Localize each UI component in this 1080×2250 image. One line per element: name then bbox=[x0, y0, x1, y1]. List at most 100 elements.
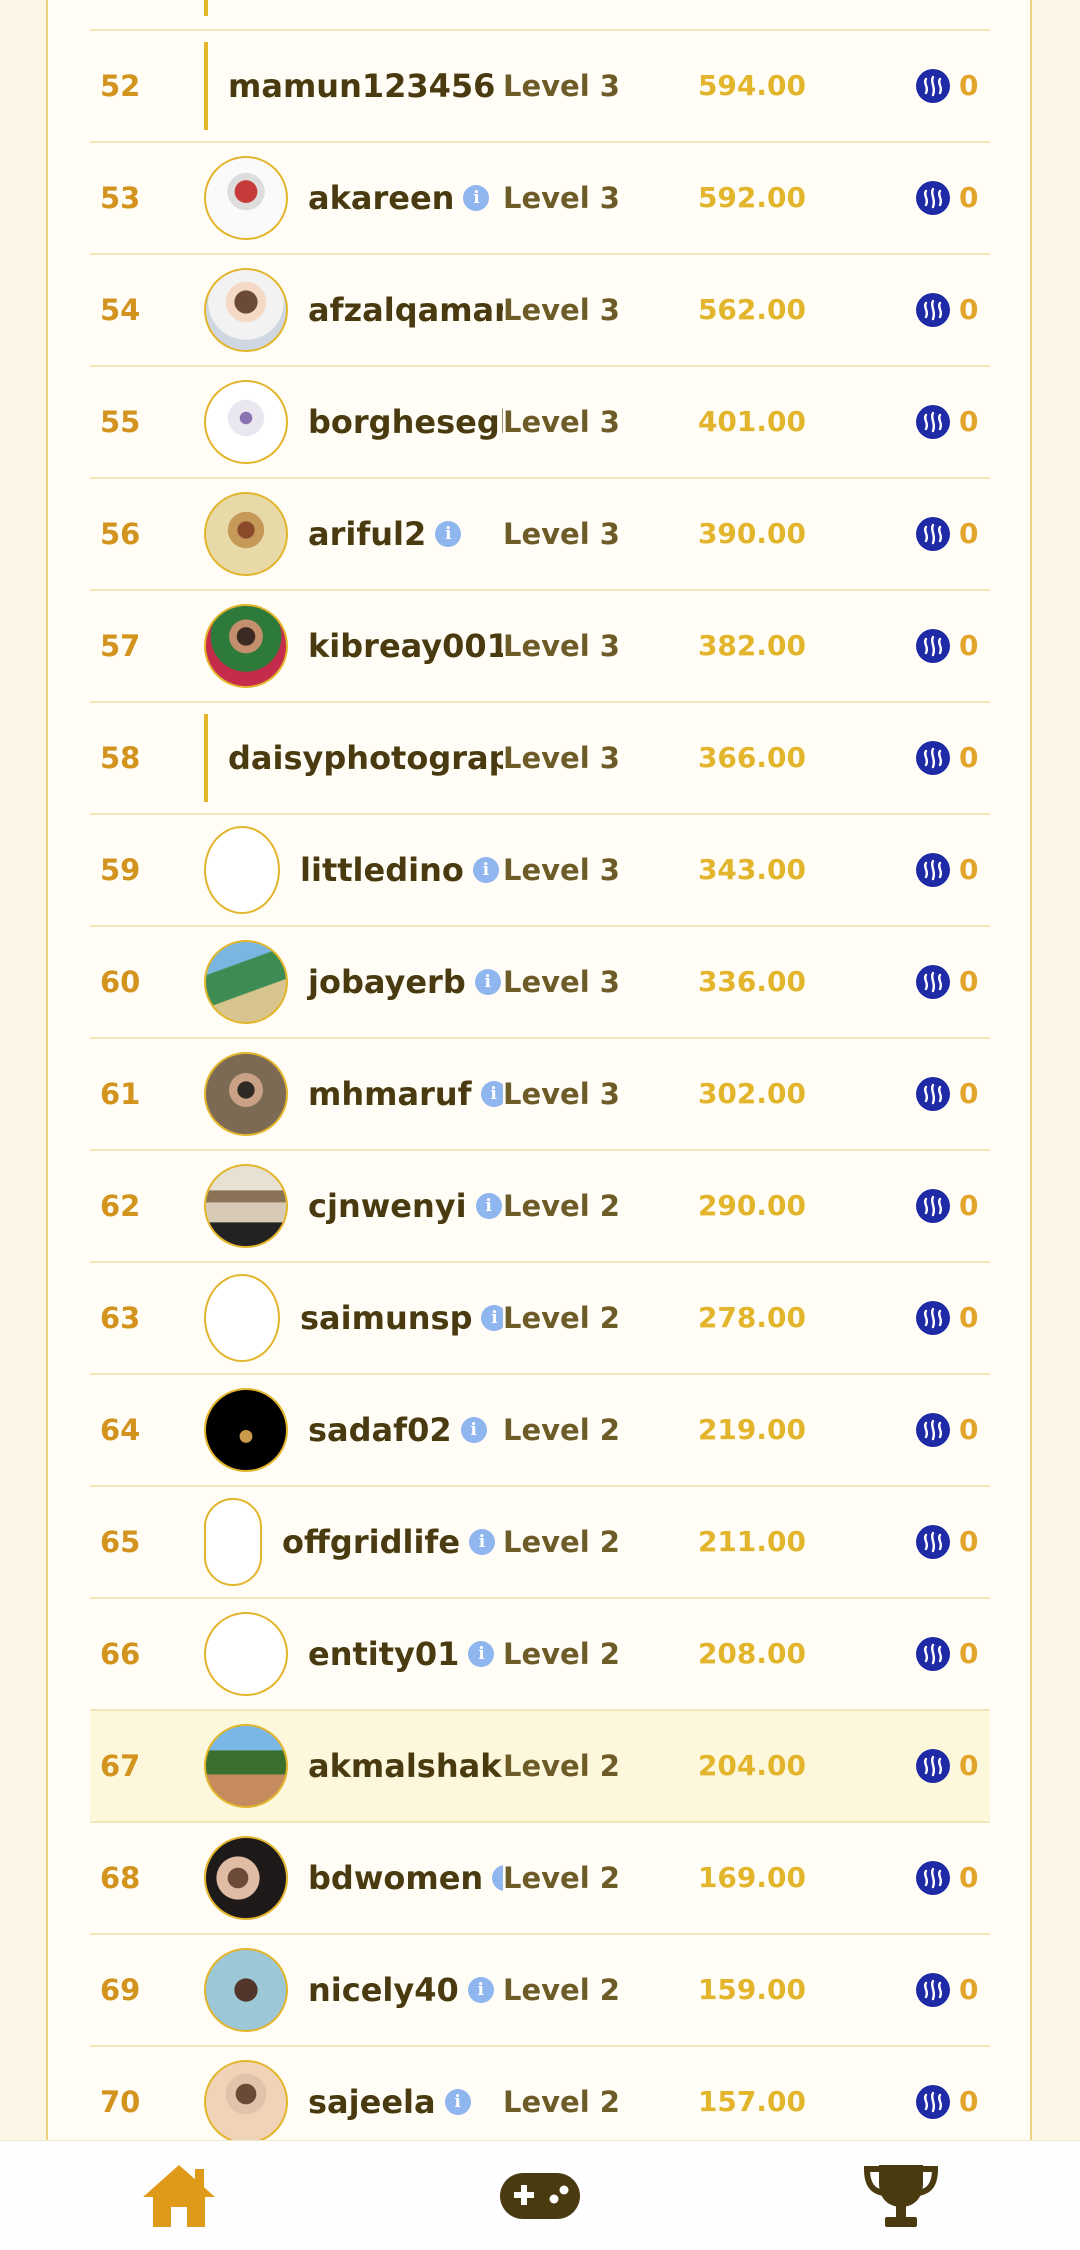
avatar[interactable] bbox=[204, 1612, 288, 1696]
username[interactable]: offgridlife bbox=[282, 1523, 460, 1561]
points-value: 562.00 bbox=[697, 293, 806, 326]
info-icon[interactable]: i bbox=[474, 969, 501, 995]
steem-coin-icon bbox=[916, 293, 950, 327]
leaderboard-row[interactable]: 64 sadaf02 i Level 2 219.00 0 bbox=[90, 1375, 990, 1487]
avatar[interactable] bbox=[204, 1164, 288, 1248]
username[interactable]: akmalshaki bbox=[308, 1747, 512, 1785]
info-icon[interactable]: i bbox=[444, 2089, 471, 2115]
leaderboard-row[interactable]: 66 entity01 i Level 2 208.00 0 bbox=[90, 1599, 990, 1711]
leaderboard-row[interactable]: 52mamun123456iLevel 3594.000 bbox=[90, 31, 990, 143]
avatar[interactable] bbox=[204, 156, 288, 240]
steem-coin-icon bbox=[916, 1637, 950, 1671]
info-icon[interactable]: i bbox=[468, 1641, 495, 1667]
avatar[interactable] bbox=[204, 1948, 288, 2032]
username[interactable]: daisyphotograph bbox=[228, 739, 534, 777]
username[interactable]: borghesegl bbox=[308, 403, 511, 441]
nav-leaderboard-button[interactable] bbox=[861, 2159, 941, 2231]
leaderboard-row[interactable]: 59 littledino i Level 3 343.00 0 bbox=[90, 815, 990, 927]
leaderboard-row[interactable]: 61 mhmaruf i Level 3 302.00 0 bbox=[90, 1039, 990, 1151]
avatar[interactable] bbox=[204, 940, 288, 1024]
leaderboard-row[interactable]: 68bdwomeniLevel 2169.000 bbox=[90, 1823, 990, 1935]
info-icon[interactable]: i bbox=[467, 1977, 494, 2003]
points-value: 211.00 bbox=[697, 1525, 806, 1558]
avatar[interactable] bbox=[204, 268, 288, 352]
steem-coin-icon bbox=[916, 629, 950, 663]
username[interactable]: ariful2 bbox=[308, 515, 426, 553]
leaderboard-row[interactable]: 54 afzalqamar Level 3 562.00 0 bbox=[90, 255, 990, 367]
level-label: Level 2 bbox=[503, 1823, 624, 1933]
username[interactable]: cjnwenyi bbox=[308, 1187, 467, 1225]
avatar[interactable] bbox=[204, 714, 208, 802]
reward-value: 0 bbox=[959, 517, 979, 550]
avatar[interactable] bbox=[204, 1052, 288, 1136]
level-label: Level 3 bbox=[503, 815, 624, 925]
avatar[interactable] bbox=[204, 492, 288, 576]
username[interactable]: jobayerb bbox=[308, 963, 466, 1001]
level-label: Level 2 bbox=[503, 1375, 624, 1485]
points-value: 204.00 bbox=[697, 1749, 806, 1782]
username[interactable]: mamun123456 bbox=[228, 67, 495, 105]
nav-home-button[interactable] bbox=[139, 2159, 219, 2231]
username[interactable]: littledino bbox=[300, 851, 464, 889]
rank-number: 60 bbox=[100, 965, 141, 999]
reward-value: 0 bbox=[959, 1077, 979, 1110]
points-value: 302.00 bbox=[697, 1077, 806, 1110]
leaderboard-row[interactable]: 69 nicely40 i Level 2 159.00 0 bbox=[90, 1935, 990, 2047]
points-value: 208.00 bbox=[697, 1637, 806, 1670]
nav-games-button[interactable] bbox=[498, 2159, 580, 2231]
leaderboard-row[interactable]: 53 akareen i Level 3 592.00 0 bbox=[90, 143, 990, 255]
avatar[interactable] bbox=[204, 380, 288, 464]
info-icon[interactable]: i bbox=[469, 1529, 496, 1555]
level-label: Level 2 bbox=[503, 1935, 624, 2045]
reward-value: 0 bbox=[959, 1525, 979, 1558]
level-label: Level 2 bbox=[503, 1711, 624, 1821]
username[interactable]: entity01 bbox=[308, 1635, 459, 1673]
steem-coin-icon bbox=[916, 1301, 950, 1335]
avatar[interactable] bbox=[204, 1274, 280, 1362]
avatar[interactable] bbox=[204, 1388, 288, 1472]
leaderboard-row[interactable]: 56 ariful2 i Level 3 390.00 0 bbox=[90, 479, 990, 591]
username[interactable]: kibreay001 bbox=[308, 627, 509, 665]
steem-coin-icon bbox=[916, 181, 950, 215]
avatar[interactable] bbox=[204, 826, 280, 914]
avatar[interactable] bbox=[204, 2060, 288, 2144]
info-icon[interactable]: i bbox=[460, 1417, 487, 1443]
leaderboard-row[interactable]: 62 cjnwenyi i Level 2 290.00 0 bbox=[90, 1151, 990, 1263]
points-value: 343.00 bbox=[697, 853, 806, 886]
leaderboard-row[interactable]: 57 kibreay001 Level 3 382.00 0 bbox=[90, 591, 990, 703]
avatar[interactable] bbox=[204, 1724, 288, 1808]
rank-number: 57 bbox=[100, 629, 141, 663]
username[interactable]: sajeela bbox=[308, 2083, 436, 2121]
avatar[interactable] bbox=[204, 42, 208, 130]
username[interactable]: mhmaruf bbox=[308, 1075, 472, 1113]
username[interactable]: sadaf02 bbox=[308, 1411, 452, 1449]
username[interactable]: afzalqamar bbox=[308, 291, 510, 329]
avatar[interactable] bbox=[204, 1836, 288, 1920]
leaderboard-row[interactable]: 60 jobayerb i Level 3 336.00 0 bbox=[90, 927, 990, 1039]
username[interactable]: bdwomen bbox=[308, 1859, 483, 1897]
leaderboard-row[interactable]: 67 akmalshaki Level 2 204.00 0 bbox=[90, 1711, 990, 1823]
avatar[interactable] bbox=[204, 604, 288, 688]
rank-number: 62 bbox=[100, 1189, 141, 1223]
info-icon[interactable]: i bbox=[475, 1193, 502, 1219]
leaderboard-row[interactable]: 55 borghesegl Level 3 401.00 0 bbox=[90, 367, 990, 479]
avatar[interactable] bbox=[204, 1498, 262, 1586]
username[interactable]: akareen bbox=[308, 179, 454, 217]
info-icon[interactable]: i bbox=[463, 185, 490, 211]
steem-coin-icon bbox=[916, 741, 950, 775]
leaderboard-row[interactable]: 58 daisyphotograph Level 3 366.00 0 bbox=[90, 703, 990, 815]
info-icon[interactable]: i bbox=[472, 857, 499, 883]
leaderboard-row[interactable]: 63 saimunsp i Level 2 278.00 0 bbox=[90, 1263, 990, 1375]
username[interactable]: saimunsp bbox=[300, 1299, 472, 1337]
leaderboard-row[interactable]: 65 offgridlife i Level 2 211.00 0 bbox=[90, 1487, 990, 1599]
level-label: Level 3 bbox=[503, 591, 624, 701]
reward-value: 0 bbox=[959, 405, 979, 438]
bottom-navigation bbox=[0, 2140, 1080, 2250]
points-value: 382.00 bbox=[697, 629, 806, 662]
steem-coin-icon bbox=[916, 69, 950, 103]
rank-number: 56 bbox=[100, 517, 141, 551]
username[interactable]: nicely40 bbox=[308, 1971, 459, 2009]
steem-coin-icon bbox=[916, 853, 950, 887]
reward-value: 0 bbox=[959, 853, 979, 886]
info-icon[interactable]: i bbox=[435, 521, 462, 547]
